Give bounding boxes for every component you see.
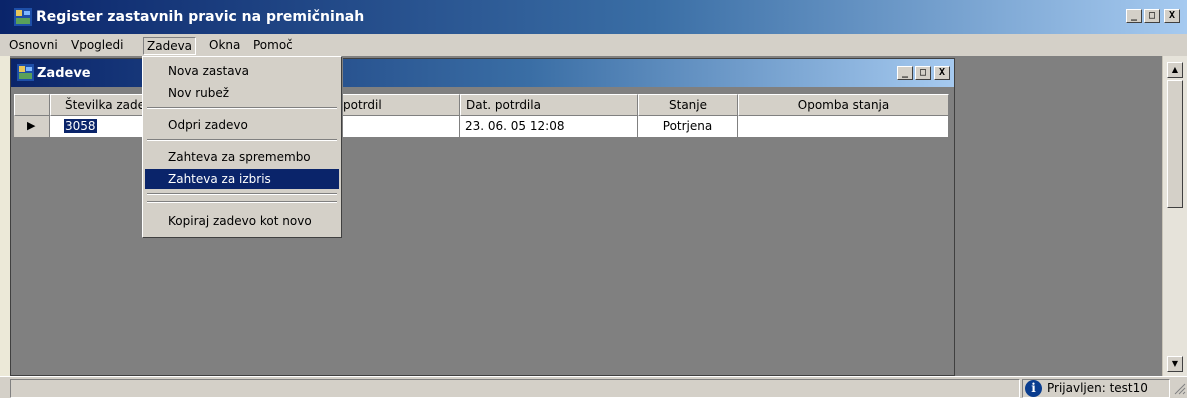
col-header-dat-potrdila[interactable]: Dat. potrdila — [460, 94, 638, 116]
menu-separator — [147, 139, 337, 141]
scroll-up-arrow-icon[interactable]: ▲ — [1167, 62, 1183, 78]
zadeve-title: Zadeve — [37, 66, 91, 81]
vertical-scrollbar[interactable]: ▲ ▼ — [1162, 56, 1187, 376]
maximize-button[interactable]: □ — [1144, 9, 1160, 23]
menu-bar: Osnovni Vpogledi Zadeva Okna Pomoč — [0, 34, 1187, 56]
info-icon: i — [1025, 380, 1042, 397]
cell-status[interactable]: Potrjena — [638, 116, 738, 138]
window-title: Register zastavnih pravic na premičninah — [36, 9, 365, 25]
zadeve-close-button[interactable]: X — [934, 66, 950, 80]
app-icon — [14, 8, 32, 26]
menu-vpogledi[interactable]: Vpogledi — [68, 37, 126, 55]
menu-item-nov-rubez[interactable]: Nov rubež — [145, 83, 339, 103]
scroll-thumb[interactable] — [1167, 80, 1183, 208]
status-bar: i Prijavljen: test10 — [0, 376, 1187, 398]
zadeve-maximize-button[interactable]: □ — [915, 66, 931, 80]
zadeve-minimize-button[interactable]: _ — [897, 66, 913, 80]
header-selector — [14, 94, 50, 116]
zadeve-window-icon — [17, 64, 34, 81]
menu-pomoc[interactable]: Pomoč — [250, 37, 296, 55]
menu-separator — [147, 193, 337, 195]
menu-item-odpri-zadevo[interactable]: Odpri zadevo — [145, 115, 339, 135]
scroll-down-arrow-icon[interactable]: ▼ — [1167, 356, 1183, 372]
menu-zadeva[interactable]: Zadeva — [143, 37, 197, 55]
menu-item-kopiraj-zadevo[interactable]: Kopiraj zadevo kot novo — [145, 211, 339, 231]
app-title-bar[interactable]: Register zastavnih pravic na premičninah… — [0, 0, 1187, 34]
cell-date[interactable]: 23. 06. 05 12:08 — [460, 116, 638, 138]
zadeva-dropdown-menu: Nova zastava Nov rubež Odpri zadevo Zaht… — [142, 56, 342, 238]
menu-item-zahteva-za-izbris[interactable]: Zahteva za izbris — [145, 169, 339, 189]
status-panel-user: i Prijavljen: test10 — [1022, 379, 1170, 398]
col-header-stanje[interactable]: Stanje — [638, 94, 738, 116]
close-button[interactable]: X — [1164, 9, 1180, 23]
row-selector-arrow-icon[interactable]: ▶ — [14, 116, 50, 138]
cell-number-value: 3058 — [64, 119, 97, 133]
menu-separator — [147, 107, 337, 109]
menu-item-zahteva-za-spremembo[interactable]: Zahteva za spremembo — [145, 147, 339, 167]
menu-separator — [147, 201, 337, 203]
col-header-opomba-stanja[interactable]: Opomba stanja — [738, 94, 949, 116]
menu-osnovni[interactable]: Osnovni — [6, 37, 61, 55]
menu-okna[interactable]: Okna — [206, 37, 243, 55]
minimize-button[interactable]: _ — [1126, 9, 1142, 23]
logged-in-user: Prijavljen: test10 — [1047, 381, 1148, 395]
menu-item-nova-zastava[interactable]: Nova zastava — [145, 61, 339, 81]
size-grip-icon[interactable] — [1172, 381, 1186, 395]
status-panel-main — [10, 379, 1020, 398]
cell-note[interactable] — [738, 116, 949, 138]
